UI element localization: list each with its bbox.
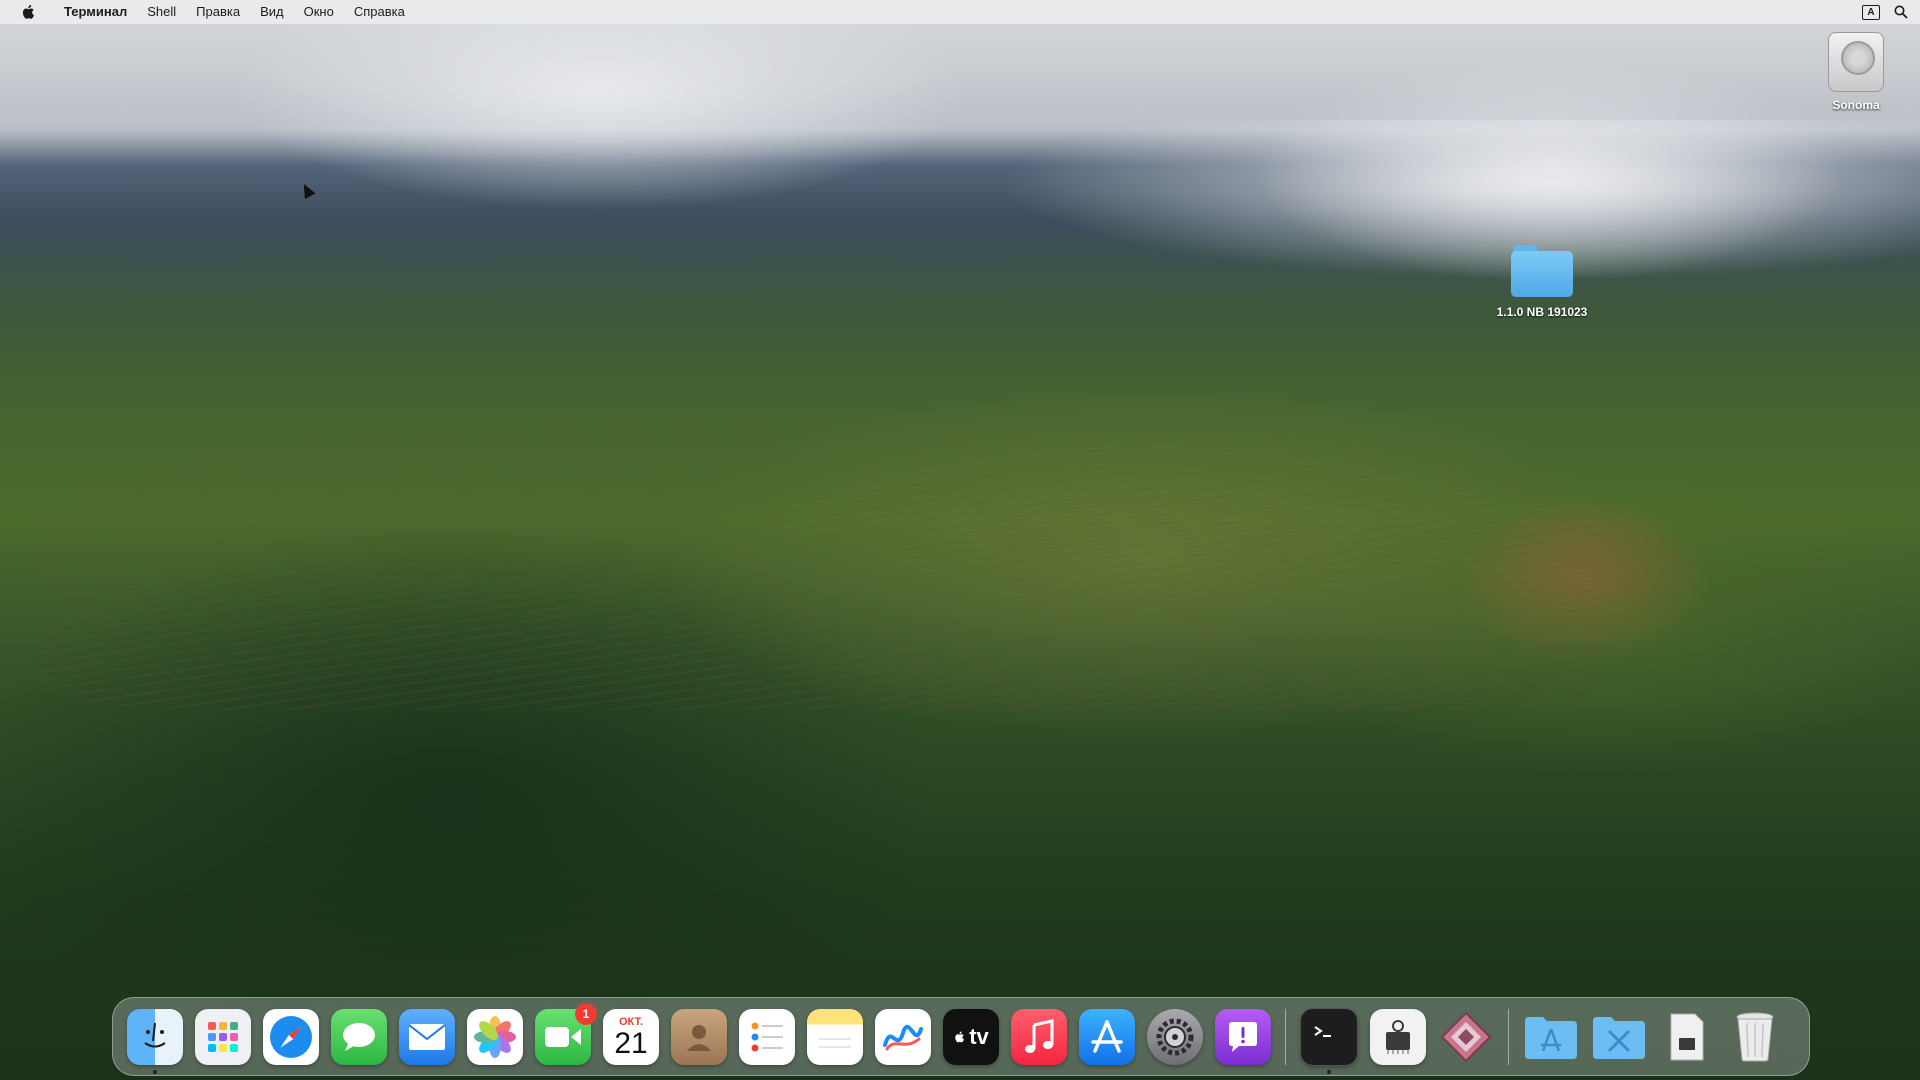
hard-drive-icon [1828,32,1884,92]
wallpaper-fog [1000,120,1920,280]
terminal-icon [1314,1025,1331,1037]
menu-window[interactable]: Окно [294,0,344,24]
dock-trash[interactable] [1727,1009,1783,1065]
calendar-month: ОКТ. [618,1015,644,1028]
dock-music[interactable] [1011,1008,1067,1065]
folder-icon [1511,245,1573,297]
apple-menu-icon[interactable] [20,3,38,21]
dock-reminders[interactable] [739,1008,795,1065]
running-indicator [1327,1069,1331,1074]
dock: 1 ОКТ. 21 tv [112,997,1810,1076]
folder-label: 1.1.0 NB 191023 [1496,305,1588,319]
running-indicator [153,1069,157,1074]
reminders-icon [751,1022,783,1051]
input-source-icon[interactable]: A [1862,4,1880,20]
dock-terminal[interactable] [1300,1007,1358,1074]
dock-contacts[interactable] [671,1008,727,1065]
utilities-folder-icon [1593,1016,1645,1059]
dock-separator [1508,1008,1509,1065]
mail-icon [408,1023,446,1050]
dock-freeform[interactable] [875,1008,931,1065]
menu-edit[interactable]: Правка [186,0,250,24]
desktop-folder[interactable]: 1.1.0 NB 191023 [1480,245,1604,319]
dock-system-settings[interactable] [1147,1008,1203,1065]
trash-icon [1736,1012,1774,1061]
dock-photos[interactable] [467,1008,523,1065]
dock-feedback-assistant[interactable] [1215,1008,1271,1065]
menu-help[interactable]: Справка [344,0,415,24]
finder-icon [144,1022,166,1047]
dock-notes[interactable] [807,1008,863,1065]
menu-view[interactable]: Вид [250,0,294,24]
dock-safari[interactable] [263,1008,319,1065]
document-icon [1670,1013,1704,1060]
dock-calendar[interactable]: ОКТ. 21 [603,1008,659,1065]
feedback-icon [1229,1021,1257,1052]
system-info-icon [1386,1019,1410,1054]
settings-icon [1156,1018,1194,1055]
notes-icon [819,1037,851,1048]
tv-icon: tv [953,1024,989,1050]
dock-separator [1285,1008,1286,1065]
wallpaper-vineyard [40,410,1600,710]
dock-mail[interactable] [399,1008,455,1065]
dock-messages[interactable] [331,1008,387,1065]
safari-icon [270,1015,312,1058]
disk-label: Sonoma [1832,98,1880,112]
spotlight-search-icon[interactable] [1894,5,1908,19]
music-icon [1025,1018,1054,1053]
dock-system-information[interactable] [1370,1008,1426,1065]
dock-tv[interactable]: tv [943,1008,999,1065]
messages-icon [343,1022,375,1051]
menu-bar: Терминал Shell Правка Вид Окно Справка A [0,0,1920,24]
notification-badge: 1 [575,1002,597,1025]
desktop-disk-sonoma[interactable]: Sonoma [1810,32,1902,112]
dock-app-store[interactable] [1079,1008,1135,1065]
photos-icon [474,1015,516,1058]
applications-folder-icon [1525,1016,1577,1059]
calendar-day: 21 [614,1026,648,1060]
facetime-icon [545,1026,581,1047]
freeform-icon [883,1024,923,1050]
script-icon [1440,1011,1492,1062]
dock-facetime[interactable]: 1 [535,1002,597,1065]
contacts-icon [687,1024,711,1051]
dock-utilities-folder[interactable] [1591,1009,1647,1065]
dock-document[interactable] [1659,1009,1715,1065]
launchpad-icon [208,1021,238,1052]
app-store-icon [1091,1019,1123,1053]
dock-script-editor[interactable] [1438,1009,1494,1065]
tv-label: tv [969,1023,989,1049]
menu-app-name[interactable]: Терминал [54,0,137,24]
dock-launchpad[interactable] [195,1008,251,1065]
menu-shell[interactable]: Shell [137,0,186,24]
dock-applications-folder[interactable] [1523,1009,1579,1065]
dock-finder[interactable] [127,1008,183,1074]
